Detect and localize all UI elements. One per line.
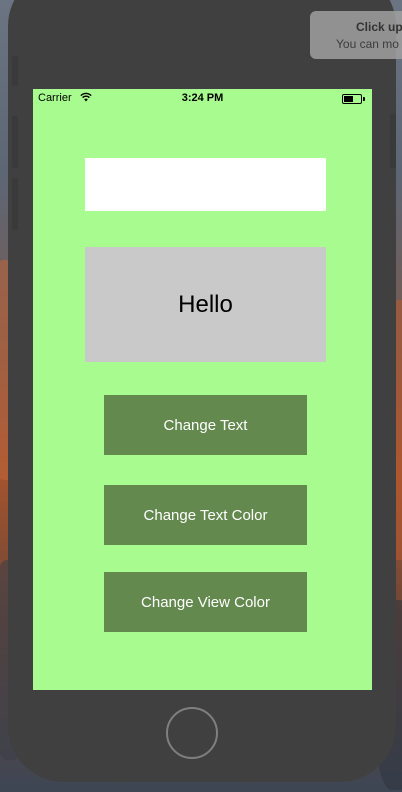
power-button [390, 114, 396, 168]
mute-switch [12, 56, 18, 86]
home-button[interactable] [166, 707, 218, 759]
notification-body: You can mo [336, 37, 399, 51]
notification-title: Click up [356, 20, 402, 34]
app-screen: Carrier 3:24 PM Hello Change Text Change… [33, 89, 372, 690]
change-text-button[interactable]: Change Text [104, 395, 307, 455]
notification-banner[interactable]: Click up You can mo [310, 11, 402, 59]
status-time: 3:24 PM [181, 92, 224, 104]
desktop-background: Carrier 3:24 PM Hello Change Text Change… [0, 0, 402, 792]
battery-level [344, 96, 353, 102]
hello-label: Hello [85, 247, 326, 362]
battery-icon [342, 94, 365, 104]
change-text-color-button[interactable]: Change Text Color [104, 485, 307, 545]
status-bar: Carrier 3:24 PM [33, 89, 372, 109]
volume-down-button [12, 178, 18, 230]
change-view-color-button[interactable]: Change View Color [104, 572, 307, 632]
battery-tip [363, 97, 365, 101]
text-input[interactable] [85, 158, 326, 211]
volume-up-button [12, 116, 18, 168]
